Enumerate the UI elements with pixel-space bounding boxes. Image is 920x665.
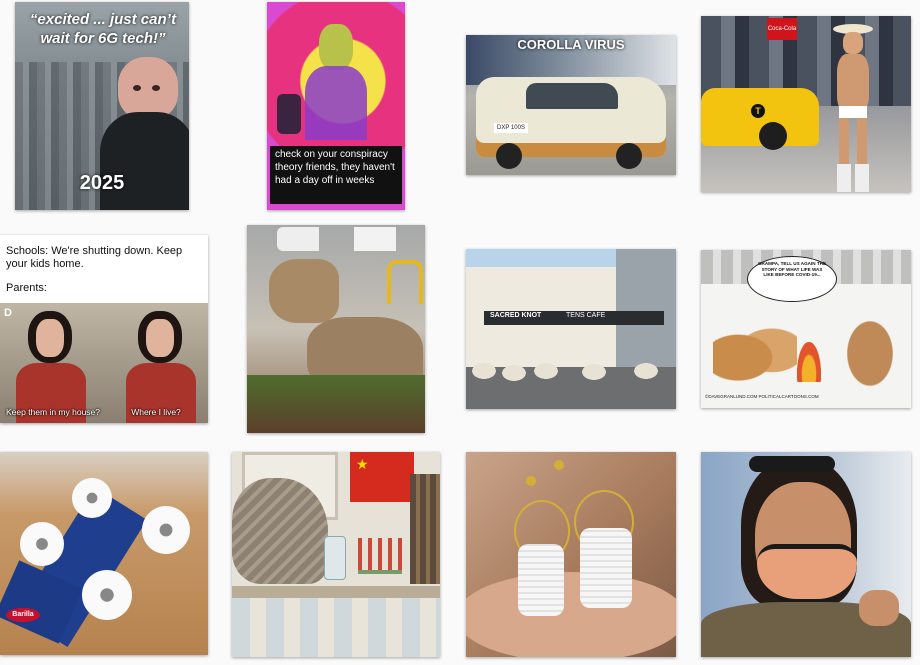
tile-6g-meme[interactable]: “excited ... just can’t wait for 6G tech…: [15, 2, 189, 210]
license-plate: DXP 100S: [494, 123, 528, 133]
sunglasses: [749, 456, 835, 472]
quote-text: “excited ... just can’t wait for 6G tech…: [29, 11, 177, 47]
tp-roll-2: [72, 478, 112, 518]
tp-roll-4: [82, 570, 132, 620]
finger: [466, 572, 676, 657]
earring-stud-right: [554, 460, 564, 470]
tile-cavemen-cartoon[interactable]: GRAMPA, TELL US AGAIN THE STORY OF WHAT …: [701, 250, 911, 408]
grey-building: [616, 249, 676, 367]
taxi-badge: T: [751, 104, 765, 118]
tile-tp-earrings[interactable]: [466, 452, 676, 657]
cartoon-credit: ©DAVEGRANLUND.COM POLITICALCARTOONS.COM: [705, 394, 819, 399]
caption-text: COROLLA VIRUS: [517, 37, 625, 52]
shop-sign-1: SACRED KNOT: [490, 312, 542, 319]
taxi-wheel-front: [759, 122, 787, 150]
campfire: [797, 342, 821, 382]
caption-text: check on your conspiracy theory friends,…: [275, 149, 395, 186]
tile-naked-cowboy[interactable]: Coca-Cola T: [701, 16, 911, 192]
lab-bottle: [324, 536, 346, 580]
tp-roll-1: [20, 522, 64, 566]
tp-charm-left: [518, 544, 564, 616]
wheel-right: [616, 143, 642, 169]
gramophone-icon: [277, 94, 301, 134]
lab-glassware: [232, 598, 440, 657]
cat-figure: [232, 478, 328, 584]
books: [410, 474, 440, 584]
grampa-caveman: [835, 304, 905, 394]
shrubs: [247, 375, 425, 433]
tp-roll-3: [142, 506, 190, 554]
pointing-hand: [859, 590, 899, 626]
car-window: [526, 83, 618, 109]
speech-bubble-text: GRAMPA, TELL US AGAIN THE STORY OF WHAT …: [757, 261, 827, 278]
deer-1: [269, 259, 339, 323]
channel-logo: D: [4, 307, 12, 319]
face-mask: [757, 544, 857, 604]
test-tube-rack: [358, 538, 402, 574]
meme-text-line2: Parents:: [6, 282, 47, 294]
year-text: 2025: [79, 172, 125, 194]
tile-corolla-virus[interactable]: DXP 100S COROLLA VIRUS: [466, 35, 676, 175]
cowboy-figure: [831, 24, 875, 192]
yellow-barrier: [387, 260, 423, 304]
tile-cat-lab[interactable]: ★: [232, 452, 440, 657]
subtitle-left: Keep them in my house?: [5, 407, 101, 417]
parked-cars: [277, 227, 417, 251]
tile-schools-meme[interactable]: Schools: We're shutting down. Keep your …: [0, 235, 208, 423]
wheel-left: [496, 143, 522, 169]
sitcom-frame-right: [104, 303, 208, 423]
skull-body: [305, 66, 367, 140]
flag-star: ★: [356, 456, 369, 472]
sitcom-frame-left: [0, 303, 104, 423]
tp-charm-right: [580, 528, 632, 608]
tile-conspiracy-meme[interactable]: check on your conspiracy theory friends,…: [267, 2, 405, 210]
shop-sign-2: TENS CAFE: [566, 312, 606, 319]
tile-pasta-car[interactable]: Barilla: [0, 452, 208, 655]
coca-cola-sign: Coca-Cola: [767, 18, 797, 40]
subtitle-right: Where I live?: [131, 407, 181, 417]
tile-deer[interactable]: [247, 225, 425, 433]
meme-text-line1: Schools: We're shutting down. Keep your …: [6, 245, 183, 270]
barilla-logo: Barilla: [6, 608, 40, 622]
sheep-flock: [466, 359, 676, 383]
tile-mask-woman[interactable]: [701, 452, 911, 657]
cavemen-left: [713, 318, 797, 390]
lab-shelf: [232, 586, 440, 598]
earring-stud-left: [526, 476, 536, 486]
skull-figure: [319, 24, 353, 70]
tile-sheep-street[interactable]: SACRED KNOT TENS CAFE: [466, 249, 676, 409]
